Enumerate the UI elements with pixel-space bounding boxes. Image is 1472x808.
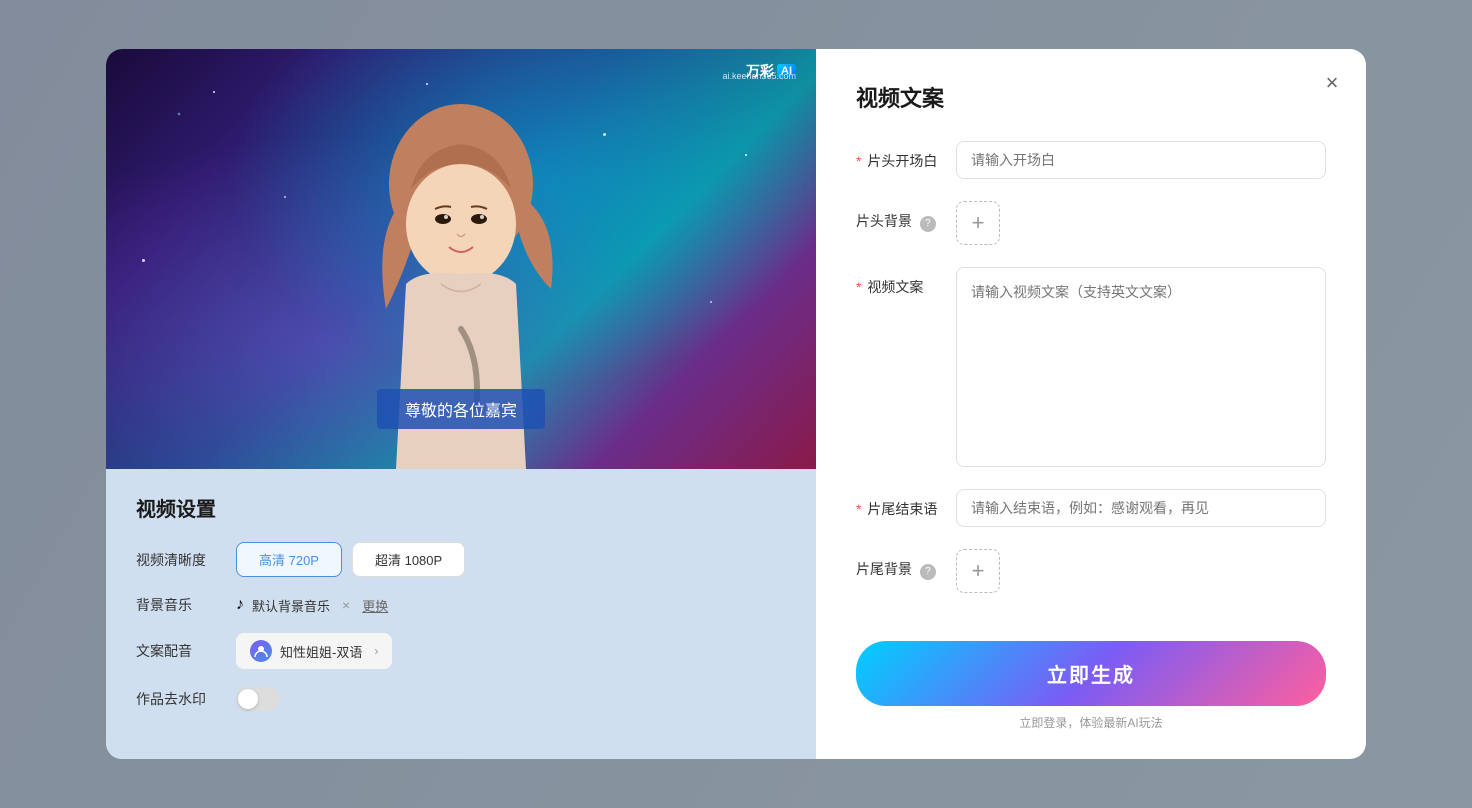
quality-label: 视频清晰度 (136, 550, 236, 570)
watermark-toggle-track[interactable] (236, 687, 280, 711)
copy-row: * 视频文案 (856, 267, 1326, 467)
voice-label: 文案配音 (136, 641, 236, 661)
main-modal: × (106, 49, 1366, 759)
header-bg-label: 片头背景 ? (856, 201, 956, 232)
ending-required-mark: * (856, 501, 861, 517)
close-button[interactable]: × (1316, 67, 1348, 99)
footer-bg-label: 片尾背景 ? (856, 549, 956, 580)
music-change-button[interactable]: 更换 (362, 596, 388, 615)
video-preview: 万彩 AI ai.keehan365.com (106, 49, 816, 469)
settings-title: 视频设置 (136, 493, 786, 522)
copy-textarea[interactable] (956, 267, 1326, 467)
quality-buttons: 高清 720P 超清 1080P (236, 542, 465, 577)
panel-title: 视频文案 (856, 81, 1326, 113)
quality-1080p-button[interactable]: 超清 1080P (352, 542, 465, 577)
watermark-toggle[interactable] (236, 687, 280, 711)
music-name-text: 默认背景音乐 (252, 596, 330, 615)
footer-bg-row: 片尾背景 ? + (856, 549, 1326, 593)
opening-label: * 片头开场白 (856, 141, 956, 171)
footer-bg-add-button[interactable]: + (956, 549, 1000, 593)
quality-720p-button[interactable]: 高清 720P (236, 542, 342, 577)
quality-row: 视频清晰度 高清 720P 超清 1080P (136, 542, 786, 577)
music-control: ♪ 默认背景音乐 × 更换 (236, 596, 388, 615)
music-note-icon: ♪ (236, 596, 244, 614)
copy-required-mark: * (856, 279, 861, 295)
voice-arrow-icon: › (374, 644, 378, 658)
music-remove-button[interactable]: × (338, 597, 354, 613)
header-bg-add-button[interactable]: + (956, 201, 1000, 245)
opening-row: * 片头开场白 (856, 141, 1326, 179)
voice-selector[interactable]: 知性姐姐-双语 › (236, 633, 392, 669)
opening-input[interactable] (956, 141, 1326, 179)
opening-required-mark: * (856, 153, 861, 169)
settings-section: 视频设置 视频清晰度 高清 720P 超清 1080P 背景音乐 ♪ 默认背景音… (106, 469, 816, 729)
subtitle-bar: 尊敬的各位嘉宾 (377, 389, 545, 429)
ending-row: * 片尾结束语 (856, 489, 1326, 527)
header-bg-help-icon[interactable]: ? (920, 216, 936, 232)
music-row: 背景音乐 ♪ 默认背景音乐 × 更换 (136, 595, 786, 615)
watermark-row: 作品去水印 (136, 687, 786, 711)
watermark-toggle-knob (238, 689, 258, 709)
generate-hint-text: 立即登录，体验最新AI玩法 (856, 714, 1326, 731)
copy-label: * 视频文案 (856, 267, 956, 297)
ending-label: * 片尾结束语 (856, 489, 956, 519)
left-panel: 万彩 AI ai.keehan365.com (106, 49, 816, 759)
voice-avatar-icon (250, 640, 272, 662)
generate-button[interactable]: 立即生成 (856, 641, 1326, 706)
ending-input[interactable] (956, 489, 1326, 527)
footer-bg-help-icon[interactable]: ? (920, 564, 936, 580)
voice-row: 文案配音 知性姐姐-双语 › (136, 633, 786, 669)
music-label: 背景音乐 (136, 595, 236, 615)
watermark-remove-label: 作品去水印 (136, 689, 236, 709)
voice-name-text: 知性姐姐-双语 (280, 642, 362, 661)
right-panel: 视频文案 * 片头开场白 片头背景 ? + * (816, 49, 1366, 759)
header-bg-row: 片头背景 ? + (856, 201, 1326, 245)
